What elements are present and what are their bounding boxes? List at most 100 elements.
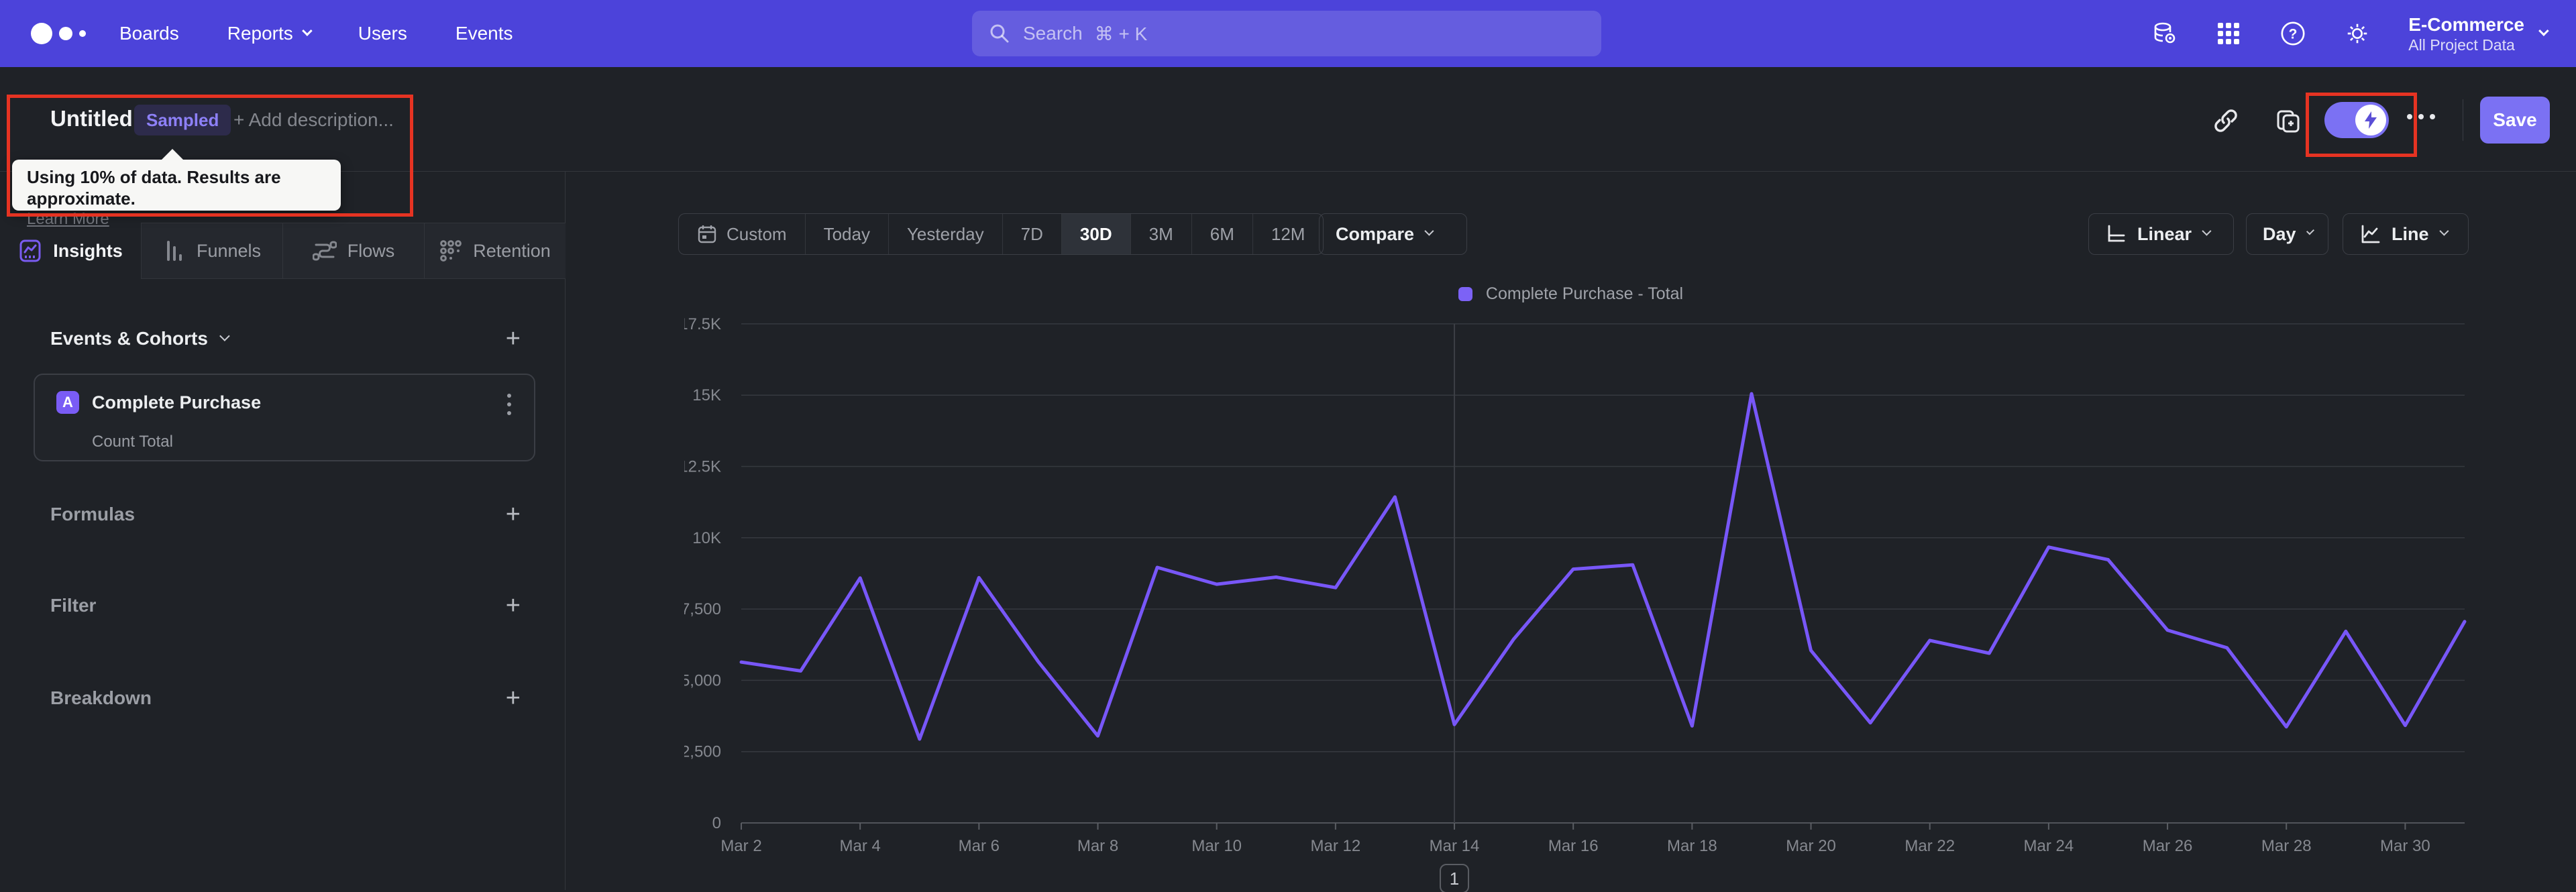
y-tick-label: 2,500 (684, 743, 721, 761)
range-30d[interactable]: 30D (1061, 214, 1130, 254)
lightning-icon (2355, 105, 2386, 135)
x-tick-label: Mar 24 (2024, 837, 2074, 855)
x-tick-label: Mar 10 (1191, 837, 1242, 855)
chevron-down-icon (2306, 227, 2314, 235)
tooltip-message: Using 10% of data. Results are approxima… (27, 167, 281, 209)
add-event-button[interactable]: + (506, 326, 521, 351)
chart-type-dropdown[interactable]: Line (2343, 213, 2469, 255)
event-letter-badge: A (56, 391, 79, 414)
report-toolbar: Untitled Sampled + Add description... Sa… (0, 67, 2576, 172)
duplicate-icon[interactable] (2271, 105, 2304, 137)
search-shortcut: ⌘ + K (1094, 23, 1148, 44)
range-12m[interactable]: 12M (1252, 214, 1324, 254)
range-yesterday[interactable]: Yesterday (888, 214, 1002, 254)
sampled-badge[interactable]: Sampled (134, 105, 231, 135)
svg-text:?: ? (2289, 27, 2298, 42)
y-tick-label: 10K (692, 529, 721, 547)
x-tick-label: Mar 30 (2380, 837, 2430, 855)
interval-dropdown[interactable]: Day (2246, 213, 2328, 255)
nav-link-events[interactable]: Events (455, 23, 513, 44)
range-today[interactable]: Today (804, 214, 888, 254)
y-tick-label: 17.5K (684, 315, 721, 333)
tab-retention[interactable]: Retention (424, 223, 566, 279)
line-chart[interactable]: 0 2,500 5,000 7,500 10K 12.5K 15K 17.5K Mar 2 Mar… (684, 305, 2509, 892)
section-formulas: Formulas (50, 504, 136, 524)
more-options-button[interactable] (2407, 114, 2435, 119)
mixpanel-logo-icon[interactable] (31, 23, 105, 44)
event-options-button[interactable] (507, 394, 511, 415)
x-tick-label: Mar 16 (1548, 837, 1599, 855)
linear-axis-icon (2108, 225, 2125, 242)
range-3m[interactable]: 3M (1130, 214, 1191, 254)
insights-icon (19, 239, 41, 262)
copy-link-icon[interactable] (2210, 105, 2242, 137)
range-7d[interactable]: 7D (1002, 214, 1061, 254)
x-tick-label: Mar 26 (2143, 837, 2193, 855)
x-tick-label: Mar 14 (1430, 837, 1480, 855)
x-tick-label: Mar 18 (1667, 837, 1717, 855)
search-placeholder: Search (1023, 23, 1083, 44)
section-filter: Filter (50, 595, 97, 616)
tab-insights[interactable]: Insights (0, 223, 141, 279)
add-description-button[interactable]: + Add description... (233, 109, 394, 131)
x-tick-label: Mar 20 (1786, 837, 1836, 855)
x-tick-label: Mar 8 (1077, 837, 1118, 855)
annotation-badge-label: 1 (1450, 869, 1459, 889)
compare-button[interactable]: Compare (1319, 213, 1467, 255)
y-tick-label: 7,500 (684, 600, 721, 618)
chevron-down-icon (301, 25, 313, 36)
calendar-icon (698, 225, 716, 243)
event-metric[interactable]: Count Total (92, 433, 173, 451)
chart-panel: Custom Today Yesterday 7D 30D 3M 6M 12M Compare… (566, 172, 2576, 892)
date-range-control: Custom Today Yesterday 7D 30D 3M 6M 12M (678, 213, 1324, 255)
funnels-icon (166, 241, 182, 261)
event-name: Complete Purchase (92, 392, 262, 412)
range-6m[interactable]: 6M (1191, 214, 1252, 254)
save-button[interactable]: Save (2480, 97, 2550, 144)
project-selector[interactable]: E-Commerce All Project Data (2408, 13, 2549, 54)
sampling-toggle[interactable] (2324, 102, 2389, 138)
tab-funnels[interactable]: Funnels (141, 223, 282, 279)
nav-link-users[interactable]: Users (358, 23, 407, 44)
add-filter-button[interactable]: + (506, 593, 521, 618)
top-navbar: Boards Reports Users Events Search ⌘ + K (0, 0, 2576, 67)
learn-more-link[interactable]: Learn More (27, 209, 109, 229)
y-tick-label: 5,000 (684, 671, 721, 689)
x-tick-label: Mar 2 (720, 837, 761, 855)
add-formula-button[interactable]: + (506, 502, 521, 527)
y-tick-label: 15K (692, 386, 721, 404)
chevron-down-icon (2202, 226, 2212, 236)
section-breakdown: Breakdown (50, 687, 152, 708)
line-chart-icon (2361, 225, 2380, 243)
add-breakdown-button[interactable]: + (506, 685, 521, 711)
scale-dropdown[interactable]: Linear (2088, 213, 2234, 255)
data-management-icon[interactable] (2151, 20, 2178, 47)
x-tick-label: Mar 4 (839, 837, 880, 855)
nav-link-reports[interactable]: Reports (227, 23, 313, 44)
sampling-tooltip: Using 10% of data. Results are approxima… (12, 149, 341, 228)
nav-link-boards[interactable]: Boards (119, 23, 179, 44)
help-icon[interactable]: ? (2279, 20, 2306, 47)
x-tick-label: Mar 28 (2261, 837, 2312, 855)
flows-icon (312, 241, 337, 261)
event-card[interactable]: A Complete Purchase Count Total (34, 374, 535, 461)
x-tick-label: Mar 22 (1904, 837, 1955, 855)
events-cohorts-header[interactable]: Events & Cohorts (50, 328, 230, 349)
nav-links: Boards Reports Users Events (119, 23, 513, 44)
settings-gear-icon[interactable] (2344, 20, 2371, 47)
retention-icon (440, 240, 462, 262)
apps-grid-icon[interactable] (2215, 20, 2242, 47)
legend-swatch (1458, 287, 1472, 301)
legend-label: Complete Purchase - Total (1485, 284, 1684, 303)
y-tick-label: 12.5K (684, 458, 721, 476)
search-icon (990, 24, 1009, 43)
report-title[interactable]: Untitled (50, 106, 133, 131)
report-type-tabs: Insights Funnels Flows Retention (0, 223, 566, 279)
search-input[interactable]: Search ⌘ + K (972, 11, 1601, 56)
range-custom[interactable]: Custom (679, 214, 805, 254)
project-name: E-Commerce (2408, 13, 2524, 35)
series-line[interactable] (739, 392, 2467, 741)
project-scope: All Project Data (2408, 36, 2515, 54)
chart-legend[interactable]: Complete Purchase - Total (566, 284, 2576, 304)
tab-flows[interactable]: Flows (282, 223, 424, 279)
